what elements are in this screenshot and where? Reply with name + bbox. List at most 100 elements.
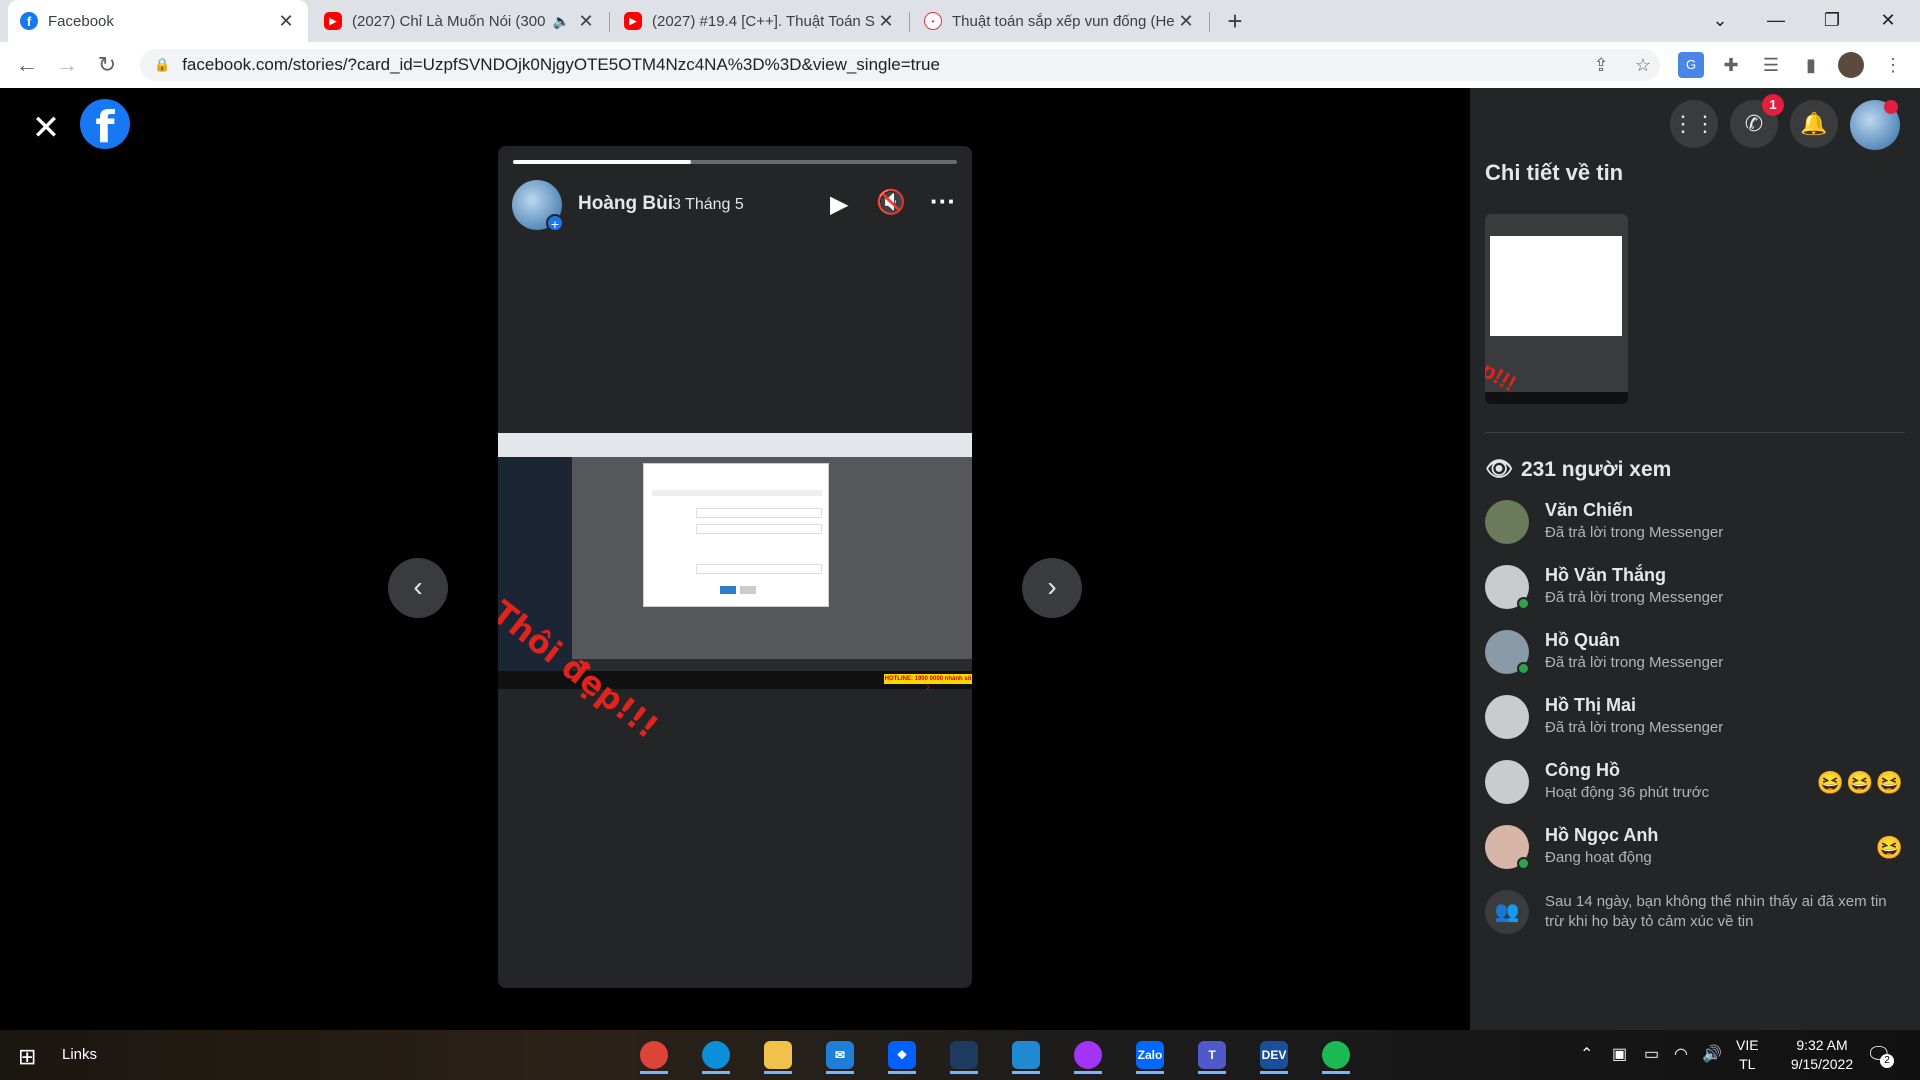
tab-facebook[interactable]: f Facebook ✕	[8, 0, 308, 42]
close-story-icon[interactable]: ✕	[28, 110, 64, 146]
viewer-avatar[interactable]	[1485, 695, 1529, 739]
share-icon[interactable]: ⇪	[1588, 52, 1614, 78]
panel-divider	[1485, 432, 1905, 433]
battery-icon[interactable]: ▭	[1644, 1044, 1659, 1064]
lock-icon[interactable]: 🔒	[154, 57, 170, 73]
notifications-bell-icon[interactable]: 🔔	[1790, 100, 1838, 148]
back-icon[interactable]: ←	[12, 50, 42, 80]
viewer-row[interactable]: Công Hồ Hoạt động 36 phút trước 😆😆😆	[1485, 760, 1905, 808]
spotify-taskbar-icon[interactable]	[1316, 1036, 1356, 1074]
action-center-icon[interactable]: 🗨 2	[1866, 1042, 1894, 1068]
volume-icon[interactable]: 🔊	[1702, 1044, 1722, 1064]
story-thumbnail[interactable]: p!!!	[1485, 214, 1628, 404]
address-bar[interactable]: 🔒 facebook.com/stories/?card_id=UzpfSVND…	[140, 49, 1660, 81]
viewer-name[interactable]: Hồ Quân	[1545, 630, 1620, 651]
links-toolbar[interactable]: Links	[62, 1046, 97, 1063]
facebook-logo-icon[interactable]: f	[80, 99, 130, 153]
viewer-name[interactable]: Hồ Văn Thắng	[1545, 565, 1666, 586]
extensions-puzzle-icon[interactable]: ✚	[1718, 52, 1744, 78]
close-tab-icon[interactable]: ✕	[1176, 11, 1196, 32]
viewer-avatar[interactable]	[1485, 760, 1529, 804]
browser-menu-icon[interactable]: ⋮	[1880, 52, 1906, 78]
mail-taskbar-icon[interactable]: ✉	[820, 1036, 860, 1074]
menu-grid-icon[interactable]: ⋮⋮	[1670, 100, 1718, 148]
spotify-icon	[1322, 1041, 1350, 1069]
viewer-row[interactable]: Hồ Thị Mai Đã trả lời trong Messenger	[1485, 695, 1905, 743]
close-tab-icon[interactable]: ✕	[876, 11, 896, 32]
running-indicator	[1198, 1071, 1226, 1074]
media-queue-icon[interactable]: ☰	[1758, 52, 1784, 78]
tab-search-icon[interactable]: ⌄	[1692, 0, 1748, 40]
muted-speaker-icon[interactable]: 🔇	[876, 188, 906, 217]
translate-extension-icon[interactable]: G	[1678, 52, 1704, 78]
viewer-name[interactable]: Hồ Ngọc Anh	[1545, 825, 1658, 846]
new-tab-button[interactable]: +	[1220, 6, 1250, 36]
next-story-button[interactable]: ›	[1022, 558, 1082, 618]
messenger-icon	[1074, 1041, 1102, 1069]
profile-avatar-icon[interactable]	[1838, 52, 1864, 78]
dev-cpp-taskbar-icon[interactable]: DEV	[1254, 1036, 1294, 1074]
running-indicator	[1012, 1071, 1040, 1074]
windows-start-icon[interactable]: ⊞	[18, 1044, 36, 1070]
story-card[interactable]: + Hoàng Bùi 3 Tháng 5 ▶ 🔇 ··· HOTLINE: 1…	[498, 146, 972, 988]
screenshot-dialog	[643, 463, 829, 607]
windows-terminal-taskbar-icon[interactable]	[944, 1036, 984, 1074]
running-indicator	[1260, 1071, 1288, 1074]
clock-date: 9/15/2022	[1790, 1056, 1854, 1072]
viewer-name[interactable]: Hồ Thị Mai	[1545, 695, 1636, 716]
youtube-favicon-icon: ▶	[624, 12, 642, 30]
viewer-name[interactable]: Công Hồ	[1545, 760, 1620, 781]
show-hidden-icons-icon[interactable]: ⌃	[1580, 1044, 1593, 1064]
input-language[interactable]: VIE TL	[1736, 1036, 1759, 1074]
messenger-taskbar-icon[interactable]	[1068, 1036, 1108, 1074]
side-panel-icon[interactable]: ▮	[1798, 52, 1824, 78]
audio-playing-icon[interactable]: 🔈	[553, 13, 570, 30]
forward-icon[interactable]: →	[52, 50, 82, 80]
viewer-row[interactable]: Hồ Quân Đã trả lời trong Messenger	[1485, 630, 1905, 678]
story-author-name[interactable]: Hoàng Bùi	[578, 193, 673, 215]
previous-story-button[interactable]: ‹	[388, 558, 448, 618]
play-icon[interactable]: ▶	[830, 190, 848, 219]
add-story-icon[interactable]: +	[546, 214, 564, 232]
close-tab-icon[interactable]: ✕	[276, 11, 296, 32]
url-text: facebook.com/stories/?card_id=UzpfSVNDOj…	[182, 55, 940, 74]
close-tab-icon[interactable]: ✕	[576, 11, 596, 32]
teams-icon: T	[1198, 1041, 1226, 1069]
bookmark-star-icon[interactable]: ☆	[1630, 52, 1656, 78]
restore-icon[interactable]: ❐	[1804, 0, 1860, 40]
tab-youtube-1[interactable]: ▶ (2027) Chỉ Là Muốn Nói (300 🔈 ✕	[312, 0, 608, 42]
reaction-emoji-icon: 😆	[1875, 835, 1905, 860]
viewer-row[interactable]: Văn Chiến Đã trả lời trong Messenger	[1485, 500, 1905, 548]
tab-separator	[909, 12, 910, 32]
viewer-avatar[interactable]	[1485, 500, 1529, 544]
dropbox-taskbar-icon[interactable]: ❖	[882, 1036, 922, 1074]
teams-taskbar-icon[interactable]: T	[1192, 1036, 1232, 1074]
story-time: 3 Tháng 5	[672, 196, 744, 213]
system-clock[interactable]: 9:32 AM 9/15/2022	[1772, 1036, 1872, 1074]
viewer-status: Đang hoạt động	[1545, 849, 1652, 866]
tab-heapsort[interactable]: • Thuật toán sắp xếp vun đống (He ✕	[912, 0, 1208, 42]
online-status-dot	[1517, 662, 1530, 675]
viewer-name[interactable]: Văn Chiến	[1545, 500, 1633, 521]
youtube-favicon-icon: ▶	[324, 12, 342, 30]
file-explorer-taskbar-icon[interactable]	[758, 1036, 798, 1074]
more-options-icon[interactable]: ···	[930, 186, 956, 217]
minimize-icon[interactable]: —	[1748, 0, 1804, 40]
tab-separator	[1209, 12, 1210, 32]
reload-icon[interactable]: ↻	[92, 50, 122, 80]
viewer-row[interactable]: Hồ Ngọc Anh Đang hoạt động 😆	[1485, 825, 1905, 873]
tab-youtube-2[interactable]: ▶ (2027) #19.4 [C++]. Thuật Toán S ✕	[612, 0, 908, 42]
running-indicator	[1322, 1071, 1350, 1074]
viewer-row[interactable]: Hồ Văn Thắng Đã trả lời trong Messenger	[1485, 565, 1905, 613]
wifi-icon[interactable]: ◠	[1674, 1044, 1688, 1064]
vscode-taskbar-icon[interactable]	[1006, 1036, 1046, 1074]
zalo-taskbar-icon[interactable]: Zalo	[1130, 1036, 1170, 1074]
close-window-icon[interactable]: ✕	[1860, 0, 1916, 40]
windows-terminal-icon	[950, 1041, 978, 1069]
edge-taskbar-icon[interactable]	[696, 1036, 736, 1074]
chrome-taskbar-icon[interactable]	[634, 1036, 674, 1074]
running-indicator	[1136, 1071, 1164, 1074]
site-favicon-icon: •	[924, 12, 942, 30]
tray-device-icon[interactable]: ▣	[1612, 1044, 1627, 1064]
tab-strip: f Facebook ✕ ▶ (2027) Chỉ Là Muốn Nói (3…	[0, 0, 1920, 42]
